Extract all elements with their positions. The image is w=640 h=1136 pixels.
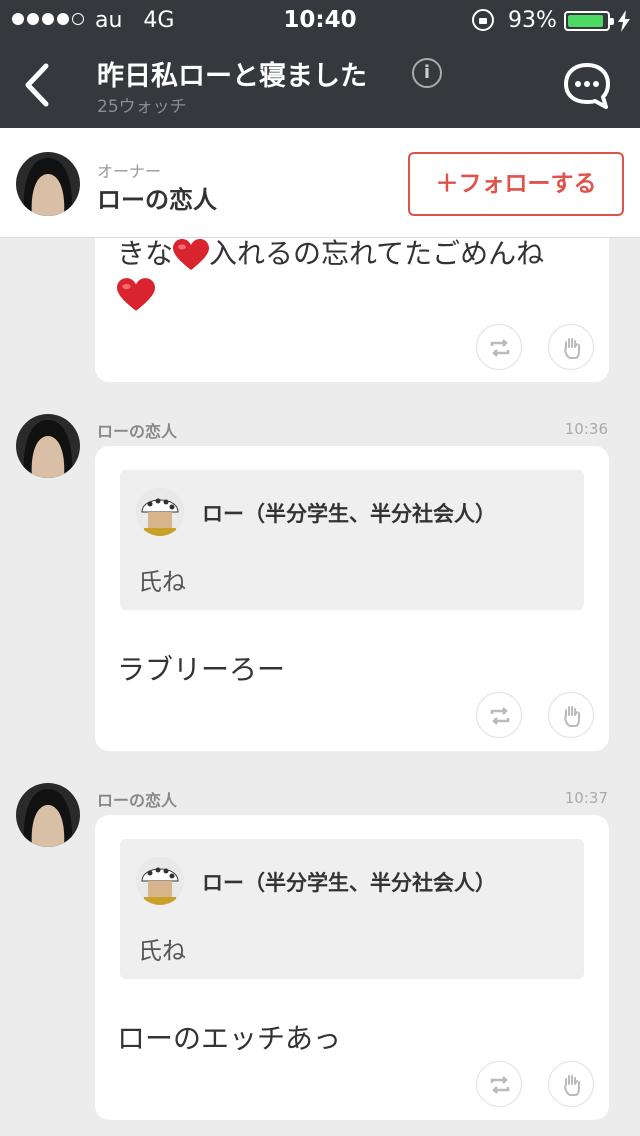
clap-button[interactable] [548,324,594,370]
quote-text: 氏ね [138,568,186,596]
page-title: 昨日私ローと寝ました [97,61,367,92]
message-card: ロー（半分学生、半分社会人） 氏ね ローのエッチあっ [95,815,609,1120]
message-text: きな 入れるの忘れてたごめんね [117,237,545,270]
quote-avatar [136,857,184,905]
owner-role-label: オーナー [97,162,162,181]
owner-avatar[interactable] [16,152,80,216]
heart-emoji-icon [173,239,210,270]
top-bar: au 4G 10:40 93% 昨日私ローと寝ました 25ウォッチ i [0,0,640,128]
clap-button[interactable] [548,692,594,738]
battery-percent: 93% [508,8,557,33]
charging-icon [618,10,630,32]
sender-name: ローの恋人 [97,791,178,810]
chat-bubble-icon[interactable] [562,62,612,110]
quote-author: ロー（半分学生、半分社会人） [202,502,496,526]
battery-icon [564,11,614,31]
clap-button[interactable] [548,1061,594,1107]
quoted-message[interactable]: ロー（半分学生、半分社会人） 氏ね [120,470,584,610]
quote-avatar [136,488,184,536]
repost-button[interactable] [476,1061,522,1107]
back-icon[interactable] [18,60,58,110]
clap-hand-icon [564,1075,580,1096]
sender-avatar[interactable] [16,414,80,478]
heart-emoji-icon [117,278,155,311]
clap-hand-icon [564,706,580,727]
owner-bar: オーナー ローの恋人 ＋フォローする [0,128,640,238]
repost-icon [490,1076,510,1094]
rotation-lock-icon [472,9,494,31]
quote-text: 氏ね [138,937,186,965]
repost-icon [490,339,510,357]
message-time: 10:36 [564,420,608,438]
sender-avatar[interactable] [16,783,80,847]
clap-hand-icon [564,338,580,359]
message-text: ラブリーろー [117,653,286,686]
message-text: ローのエッチあっ [117,1022,342,1055]
repost-button[interactable] [476,692,522,738]
info-icon[interactable]: i [412,58,442,88]
repost-button[interactable] [476,324,522,370]
message-card: ロー（半分学生、半分社会人） 氏ね ラブリーろー [95,446,609,751]
owner-name: ローの恋人 [97,186,217,214]
watch-count: 25ウォッチ [97,97,187,117]
quote-author: ロー（半分学生、半分社会人） [202,871,496,895]
message-time: 10:37 [564,789,608,807]
sender-name: ローの恋人 [97,422,178,441]
follow-button[interactable]: ＋フォローする [408,152,624,216]
repost-icon [490,707,510,725]
quoted-message[interactable]: ロー（半分学生、半分社会人） 氏ね [120,839,584,979]
status-bar: au 4G 10:40 93% [0,0,640,40]
